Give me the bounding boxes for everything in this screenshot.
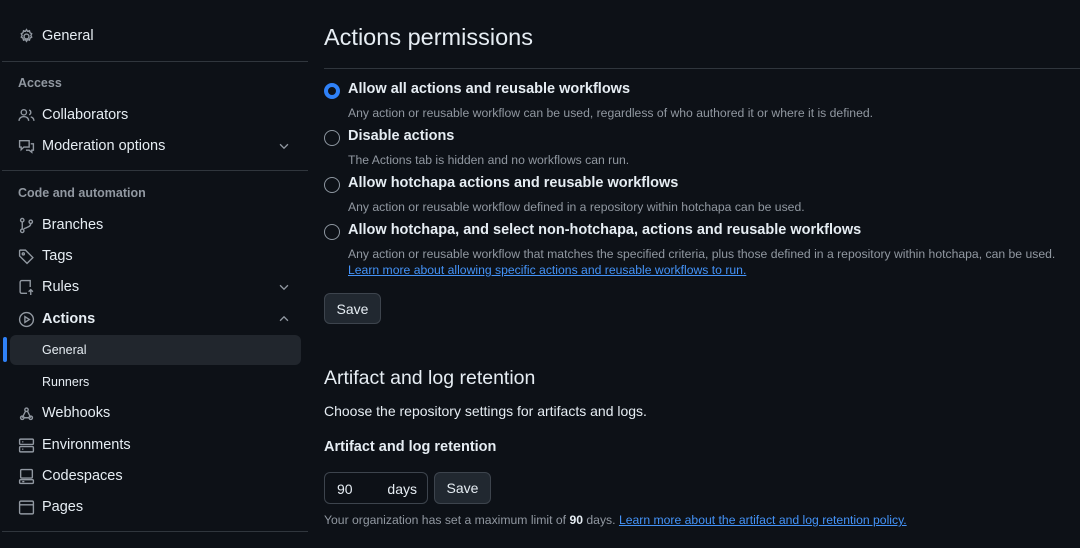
sidebar-divider — [2, 170, 308, 171]
section-heading-access: Access — [18, 76, 62, 90]
section-heading-code-automation: Code and automation — [18, 186, 146, 200]
sidebar-item-label: Webhooks — [42, 405, 111, 421]
retention-note: Your organization has set a maximum limi… — [324, 513, 907, 527]
learn-more-link[interactable]: Learn more about allowing specific actio… — [348, 263, 746, 277]
sidebar-divider — [2, 61, 308, 62]
radio-button[interactable] — [324, 224, 340, 240]
sidebar-item-general[interactable]: General — [10, 21, 301, 51]
retention-days-value[interactable]: 90 — [337, 481, 353, 497]
save-retention-button[interactable]: Save — [434, 472, 491, 504]
sidebar-item-label: Actions — [42, 311, 96, 327]
note-limit-value: 90 — [569, 513, 584, 527]
retention-days-suffix: days — [387, 481, 417, 497]
sidebar-item-moderation[interactable]: Moderation options — [10, 131, 301, 161]
sidebar-item-label: Tags — [42, 248, 73, 264]
radio-description: Any action or reusable workflow that mat… — [348, 246, 1058, 278]
tag-icon — [18, 248, 35, 265]
sidebar-item-webhooks[interactable]: Webhooks — [10, 398, 301, 428]
browser-icon — [18, 499, 35, 516]
sidebar-item-label: Runners — [42, 375, 90, 389]
sidebar-item-pages[interactable]: Pages — [10, 492, 301, 522]
repo-push-icon — [18, 279, 35, 296]
save-permissions-button[interactable]: Save — [324, 293, 381, 324]
codespaces-icon — [18, 468, 35, 485]
radio-description: Any action or reusable workflow can be u… — [348, 106, 874, 120]
radio-label: Allow hotchapa, and select non-hotchapa,… — [348, 222, 862, 238]
comment-discussion-icon — [18, 138, 35, 155]
radio-label: Allow all actions and reusable workflows — [348, 81, 631, 97]
section-title-retention: Artifact and log retention — [324, 367, 536, 389]
sidebar-item-collaborators[interactable]: Collaborators — [10, 100, 301, 130]
chevron-down-icon[interactable] — [277, 139, 291, 153]
sidebar-subitem-actions-general[interactable]: General — [10, 335, 301, 365]
sidebar-item-label: Moderation options — [42, 138, 166, 154]
chevron-down-icon[interactable] — [277, 280, 291, 294]
section-divider — [324, 68, 1080, 69]
note-prefix: Your organization has set a maximum limi… — [324, 513, 567, 527]
radio-button[interactable] — [324, 177, 340, 193]
radio-button[interactable] — [324, 130, 340, 146]
sidebar-item-label: Branches — [42, 217, 104, 233]
radio-button[interactable] — [324, 83, 340, 99]
sidebar-divider — [2, 531, 308, 532]
sidebar-item-environments[interactable]: Environments — [10, 430, 301, 460]
page-title: Actions permissions — [324, 24, 533, 50]
sidebar-item-label: General — [42, 28, 94, 44]
sidebar-item-branches[interactable]: Branches — [10, 210, 301, 240]
settings-sidebar: General Access Collaborators Moderation … — [0, 0, 310, 548]
sidebar-subitem-runners[interactable]: Runners — [10, 367, 301, 397]
sidebar-item-label: Pages — [42, 499, 84, 515]
play-circle-icon — [18, 311, 35, 328]
webhook-icon — [18, 405, 35, 422]
active-indicator — [3, 337, 7, 362]
sidebar-item-codespaces[interactable]: Codespaces — [10, 461, 301, 491]
radio-label: Disable actions — [348, 128, 455, 144]
sidebar-item-label: Collaborators — [42, 107, 129, 123]
retention-field-label: Artifact and log retention — [324, 439, 497, 455]
chevron-up-icon[interactable] — [277, 312, 291, 326]
radio-description: Any action or reusable workflow defined … — [348, 200, 805, 214]
sidebar-item-label: Codespaces — [42, 468, 123, 484]
sidebar-item-rules[interactable]: Rules — [10, 272, 301, 302]
radio-description-text: Any action or reusable workflow that mat… — [348, 247, 1056, 261]
sidebar-item-label: Rules — [42, 279, 80, 295]
retention-description: Choose the repository settings for artif… — [324, 403, 647, 419]
retention-policy-link[interactable]: Learn more about the artifact and log re… — [619, 513, 907, 527]
people-icon — [18, 107, 35, 124]
git-branch-icon — [18, 217, 35, 234]
radio-label: Allow hotchapa actions and reusable work… — [348, 175, 679, 191]
note-suffix: days. — [586, 513, 616, 527]
sidebar-item-actions[interactable]: Actions — [10, 304, 301, 334]
retention-days-input[interactable]: 90 days — [324, 472, 428, 504]
sidebar-item-label: General — [42, 343, 87, 357]
server-icon — [18, 437, 35, 454]
sidebar-item-label: Environments — [42, 437, 131, 453]
radio-description: The Actions tab is hidden and no workflo… — [348, 153, 630, 167]
sidebar-item-tags[interactable]: Tags — [10, 241, 301, 271]
gear-icon — [18, 27, 35, 45]
